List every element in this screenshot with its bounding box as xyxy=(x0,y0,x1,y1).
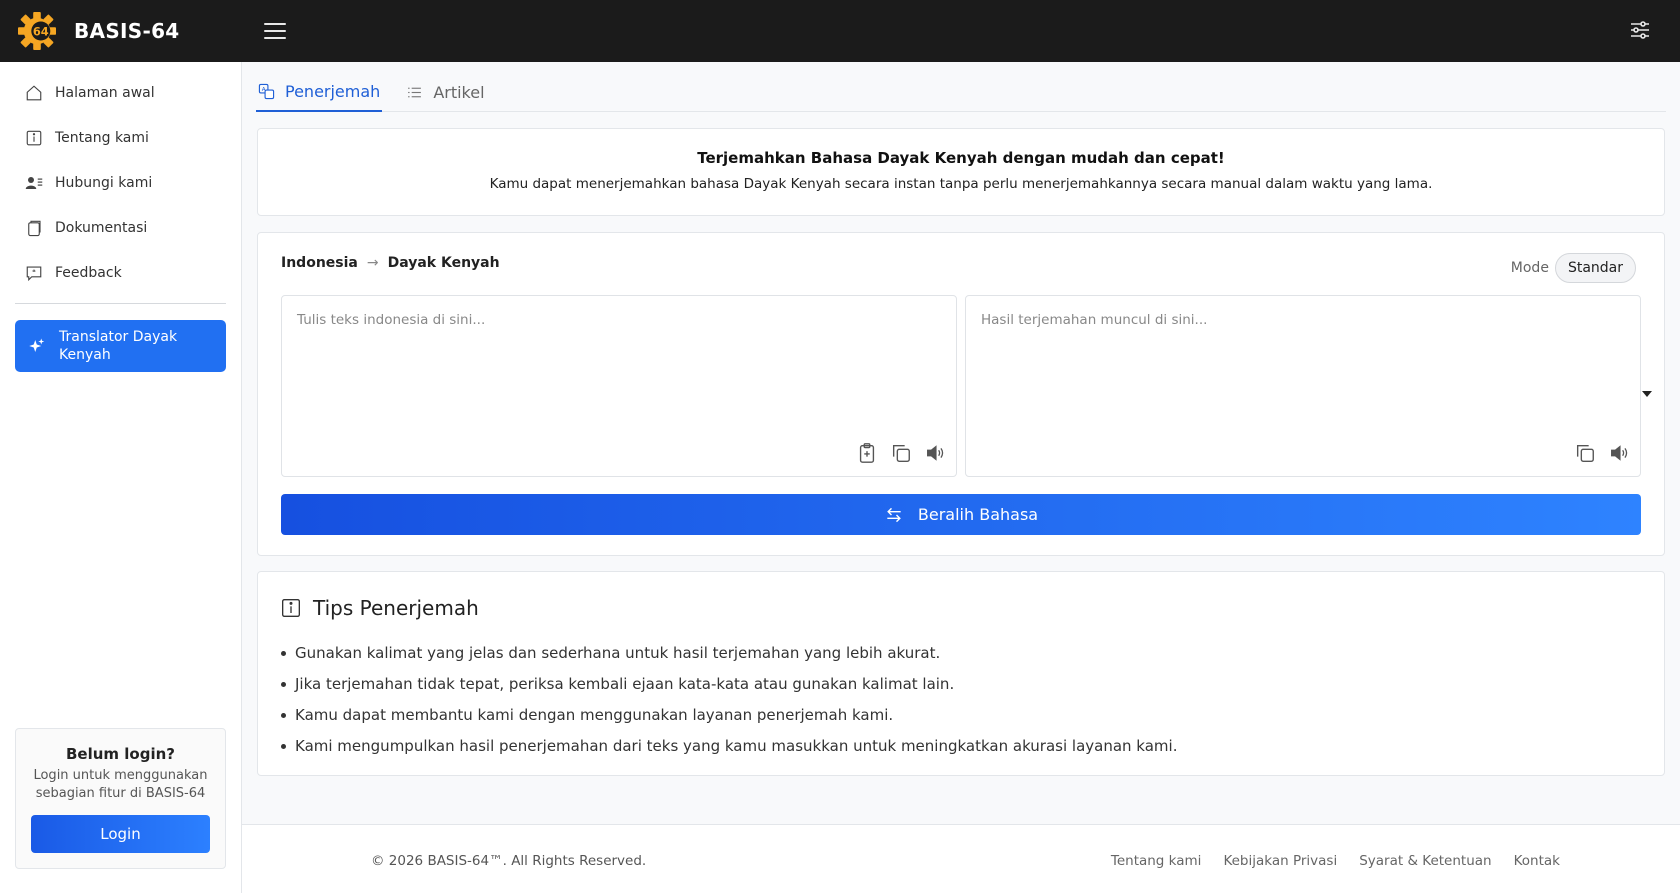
mode-selector: Mode Standar xyxy=(1511,253,1636,283)
copy-icon[interactable] xyxy=(1574,442,1596,464)
target-language[interactable]: Dayak Kenyah xyxy=(388,255,500,271)
tip-item: Kami mengumpulkan hasil penerjemahan dar… xyxy=(281,731,1177,762)
speaker-icon[interactable] xyxy=(1608,442,1630,464)
sparkles-icon xyxy=(29,338,45,352)
tips-title: Tips Penerjemah xyxy=(313,596,479,620)
mode-label: Mode xyxy=(1510,260,1549,276)
arrow-right-icon: → xyxy=(366,255,379,271)
speaker-icon[interactable] xyxy=(924,442,946,464)
tab-label: Artikel xyxy=(433,82,485,102)
sidebar-item-label: Tentang kami xyxy=(55,129,149,146)
output-actions xyxy=(1562,442,1630,464)
main-content: A Penerjemah Artikel Terjemahkan Bahasa … xyxy=(242,62,1680,893)
login-subtitle: Login untuk menggunakan sebagian fitur d… xyxy=(33,768,208,801)
sliders-icon[interactable] xyxy=(1628,18,1652,42)
docs-icon xyxy=(28,220,41,236)
tab-label: Penerjemah xyxy=(285,81,381,101)
paste-icon[interactable] xyxy=(856,442,878,464)
sidebar-item-label: Halaman awal xyxy=(55,84,155,101)
sidebar: Halaman awal Tentang kami Hubungi kami D… xyxy=(0,62,242,893)
translator-card: Indonesia → Dayak Kenyah Mode Standar Ha… xyxy=(257,232,1665,556)
login-button[interactable]: Login xyxy=(31,815,210,853)
footer: © 2026 BASIS-64™. All Rights Reserved. T… xyxy=(242,824,1680,893)
sidebar-item-docs[interactable]: Dokumentasi xyxy=(0,205,241,250)
tip-item: Kamu dapat membantu kami dengan mengguna… xyxy=(281,700,1177,731)
switch-language-button[interactable]: Beralih Bahasa xyxy=(281,494,1641,535)
hero-description: Kamu dapat menerjemahkan bahasa Dayak Ke… xyxy=(489,176,1433,192)
info-icon xyxy=(282,599,300,617)
footer-links: Tentang kami Kebijakan Privasi Syarat & … xyxy=(1089,853,1560,869)
contact-icon xyxy=(25,176,43,189)
copyright: © 2026 BASIS-64™. All Rights Reserved. xyxy=(371,853,647,869)
feedback-icon: ❝ xyxy=(26,265,42,281)
output-placeholder: Hasil terjemahan muncul di sini... xyxy=(981,312,1208,328)
brand[interactable]: 64 BASIS-64 xyxy=(0,10,240,52)
sidebar-item-home[interactable]: Halaman awal xyxy=(0,70,241,115)
sidebar-nav: Halaman awal Tentang kami Hubungi kami D… xyxy=(0,62,241,372)
tips-header: Tips Penerjemah xyxy=(281,596,479,620)
login-card: Belum login? Login untuk menggunakan seb… xyxy=(15,728,226,869)
source-input[interactable] xyxy=(282,296,956,426)
hero-card: Terjemahkan Bahasa Dayak Kenyah dengan m… xyxy=(257,128,1665,216)
output-textbox: Hasil terjemahan muncul di sini... xyxy=(965,295,1641,477)
source-language[interactable]: Indonesia xyxy=(281,255,358,271)
translate-icon: A xyxy=(258,83,275,99)
menu-toggle-icon[interactable] xyxy=(264,20,286,40)
sidebar-item-label: Feedback xyxy=(55,264,122,281)
sidebar-item-feedback[interactable]: ❝ Feedback xyxy=(0,250,241,295)
source-textbox xyxy=(281,295,957,477)
switch-language-label: Beralih Bahasa xyxy=(917,505,1039,524)
copy-icon[interactable] xyxy=(890,442,912,464)
tab-bar: A Penerjemah Artikel xyxy=(256,72,1666,112)
tips-card: Tips Penerjemah Gunakan kalimat yang jel… xyxy=(257,571,1665,776)
sidebar-item-about[interactable]: Tentang kami xyxy=(0,115,241,160)
svg-text:A: A xyxy=(262,86,266,92)
tab-artikel[interactable]: Artikel xyxy=(404,72,486,112)
mode-pill[interactable]: Standar xyxy=(1554,253,1636,283)
footer-link-contact[interactable]: Kontak xyxy=(1514,853,1560,869)
sidebar-item-translator[interactable]: Translator Dayak Kenyah xyxy=(15,320,226,372)
sidebar-item-label: Hubungi kami xyxy=(55,174,153,191)
sidebar-divider xyxy=(15,303,226,304)
hero-title: Terjemahkan Bahasa Dayak Kenyah dengan m… xyxy=(697,149,1225,167)
tip-item: Gunakan kalimat yang jelas dan sederhana… xyxy=(281,638,1177,669)
gear-logo-icon: 64 xyxy=(18,12,56,50)
source-actions xyxy=(844,442,946,464)
sidebar-item-contact[interactable]: Hubungi kami xyxy=(0,160,241,205)
sidebar-item-label: Dokumentasi xyxy=(55,219,148,236)
footer-link-privacy[interactable]: Kebijakan Privasi xyxy=(1223,853,1337,869)
tips-list: Gunakan kalimat yang jelas dan sederhana… xyxy=(281,638,1177,762)
tab-penerjemah[interactable]: A Penerjemah xyxy=(256,72,383,112)
list-icon xyxy=(408,87,422,97)
swap-icon xyxy=(887,507,901,522)
top-navbar: 64 BASIS-64 xyxy=(0,0,1680,62)
info-icon xyxy=(26,130,42,145)
login-title: Belum login? xyxy=(66,745,175,763)
svg-text:❝: ❝ xyxy=(32,268,36,276)
home-icon xyxy=(26,84,42,100)
sidebar-item-label: Translator Dayak Kenyah xyxy=(59,329,178,363)
brand-name: BASIS-64 xyxy=(74,19,180,43)
logo-text: 64 xyxy=(33,25,49,39)
language-pair: Indonesia → Dayak Kenyah xyxy=(281,255,500,271)
tip-item: Jika terjemahan tidak tepat, periksa kem… xyxy=(281,669,1177,700)
caret-down-icon[interactable] xyxy=(1642,391,1652,397)
footer-link-terms[interactable]: Syarat & Ketentuan xyxy=(1359,853,1491,869)
footer-link-about[interactable]: Tentang kami xyxy=(1111,853,1202,869)
